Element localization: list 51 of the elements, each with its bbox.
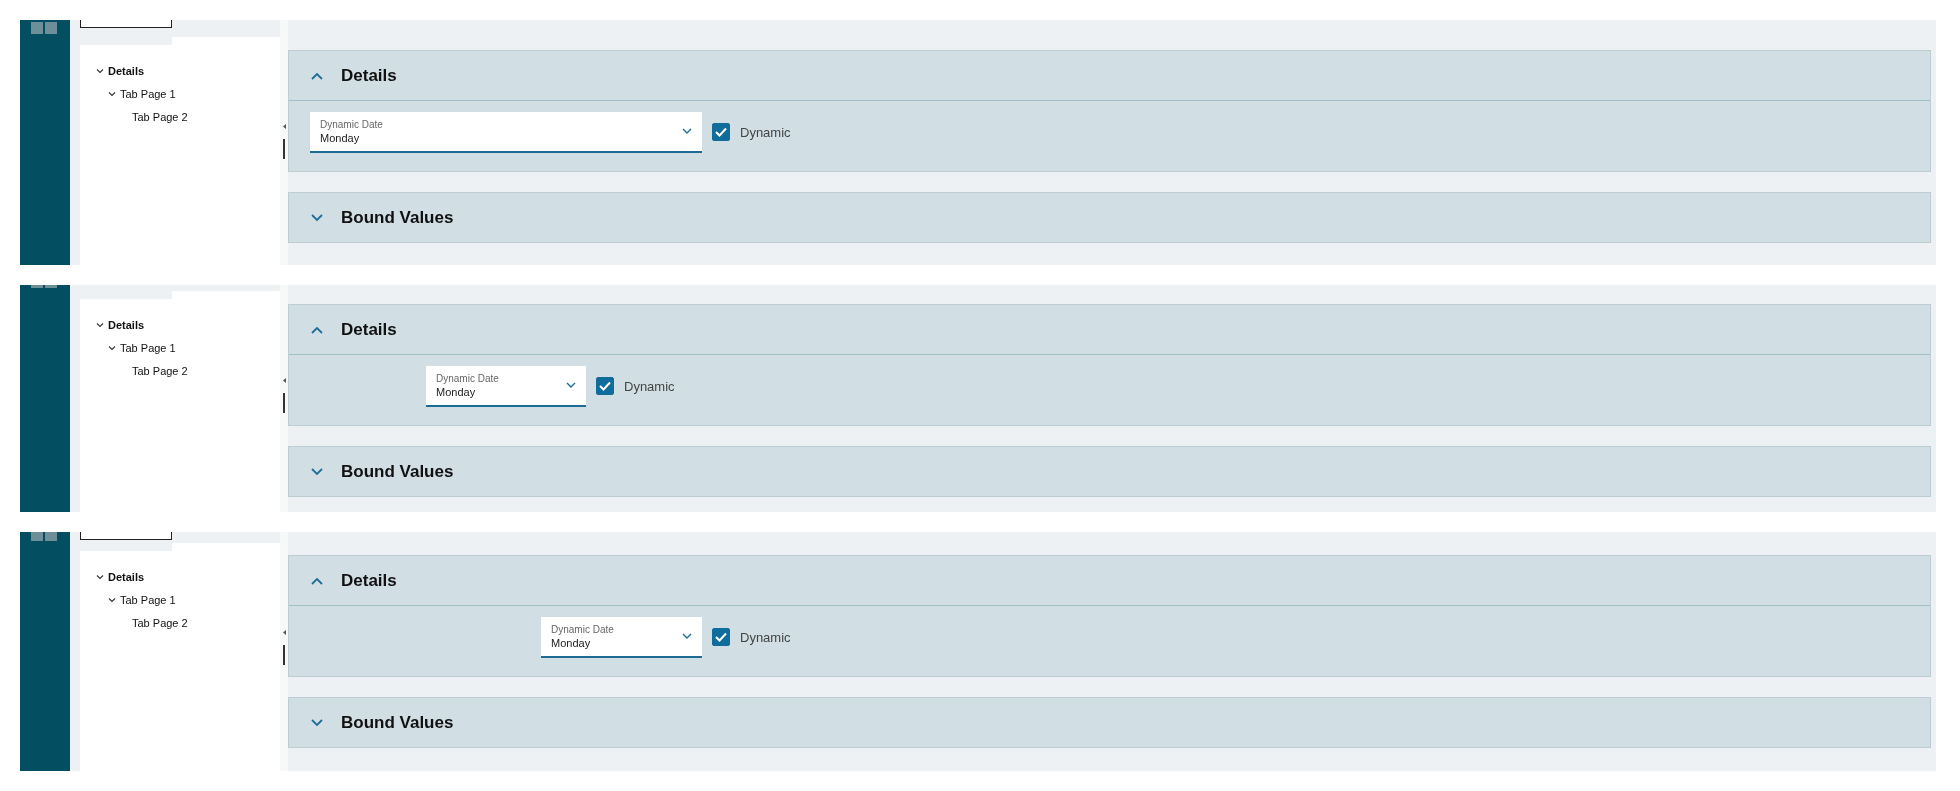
chevron-icon[interactable] (108, 596, 116, 603)
section-title: Bound Values (341, 461, 454, 482)
checkbox-label: Dynamic (624, 378, 675, 394)
chevron-icon[interactable] (96, 67, 104, 74)
field-value: Monday (551, 636, 592, 649)
section-header[interactable]: Bound Values (289, 698, 1930, 747)
chevron-icon[interactable] (108, 90, 116, 97)
chevron-icon[interactable] (311, 213, 323, 222)
field-value: Monday (436, 385, 477, 398)
tree-item[interactable]: Details (108, 570, 145, 583)
dropdown-field[interactable]: Dynamic Date Monday (541, 616, 702, 658)
checkbox-label: Dynamic (740, 124, 791, 140)
tree-item[interactable]: Tab Page 2 (132, 364, 188, 377)
tree-item[interactable]: Tab Page 1 (120, 87, 176, 100)
section-header[interactable]: Bound Values (289, 447, 1930, 496)
chevron-icon[interactable] (311, 576, 323, 585)
chevron-icon[interactable] (311, 467, 323, 476)
section-header[interactable]: Details (289, 305, 1930, 355)
chevron-icon (566, 382, 576, 388)
tree-item[interactable]: Tab Page 1 (120, 341, 176, 354)
tree-item[interactable]: Tab Page 2 (132, 110, 188, 123)
chevron-icon[interactable] (96, 321, 104, 328)
section-title: Details (341, 319, 397, 340)
field-label: Dynamic Date (436, 372, 500, 384)
field-label: Dynamic Date (551, 623, 615, 635)
chevron-icon[interactable] (108, 344, 116, 351)
dropdown-field[interactable]: Dynamic Date Monday (310, 111, 702, 153)
section-title: Details (341, 570, 397, 591)
chevron-icon (682, 633, 692, 639)
field-value: Monday (320, 131, 361, 144)
chevron-icon[interactable] (311, 71, 323, 80)
checkbox[interactable] (712, 123, 730, 141)
dropdown-field[interactable]: Dynamic Date Monday (426, 365, 586, 407)
checkbox[interactable] (712, 628, 730, 646)
section-header[interactable]: Details (289, 556, 1930, 606)
chevron-icon[interactable] (311, 325, 323, 334)
tree-item[interactable]: Details (108, 318, 145, 331)
section-title: Details (341, 65, 397, 86)
tree-item[interactable]: Tab Page 2 (132, 616, 188, 629)
chevron-icon[interactable] (96, 573, 104, 580)
section-title: Bound Values (341, 712, 454, 733)
chevron-icon[interactable] (311, 718, 323, 727)
chevron-icon (682, 128, 692, 134)
checkbox[interactable] (596, 377, 614, 395)
field-label: Dynamic Date (320, 118, 384, 130)
checkbox-label: Dynamic (740, 629, 791, 645)
tree-item[interactable]: Details (108, 64, 145, 77)
section-header[interactable]: Bound Values (289, 193, 1930, 242)
section-header[interactable]: Details (289, 51, 1930, 101)
tree-item[interactable]: Tab Page 1 (120, 593, 176, 606)
section-title: Bound Values (341, 207, 454, 228)
